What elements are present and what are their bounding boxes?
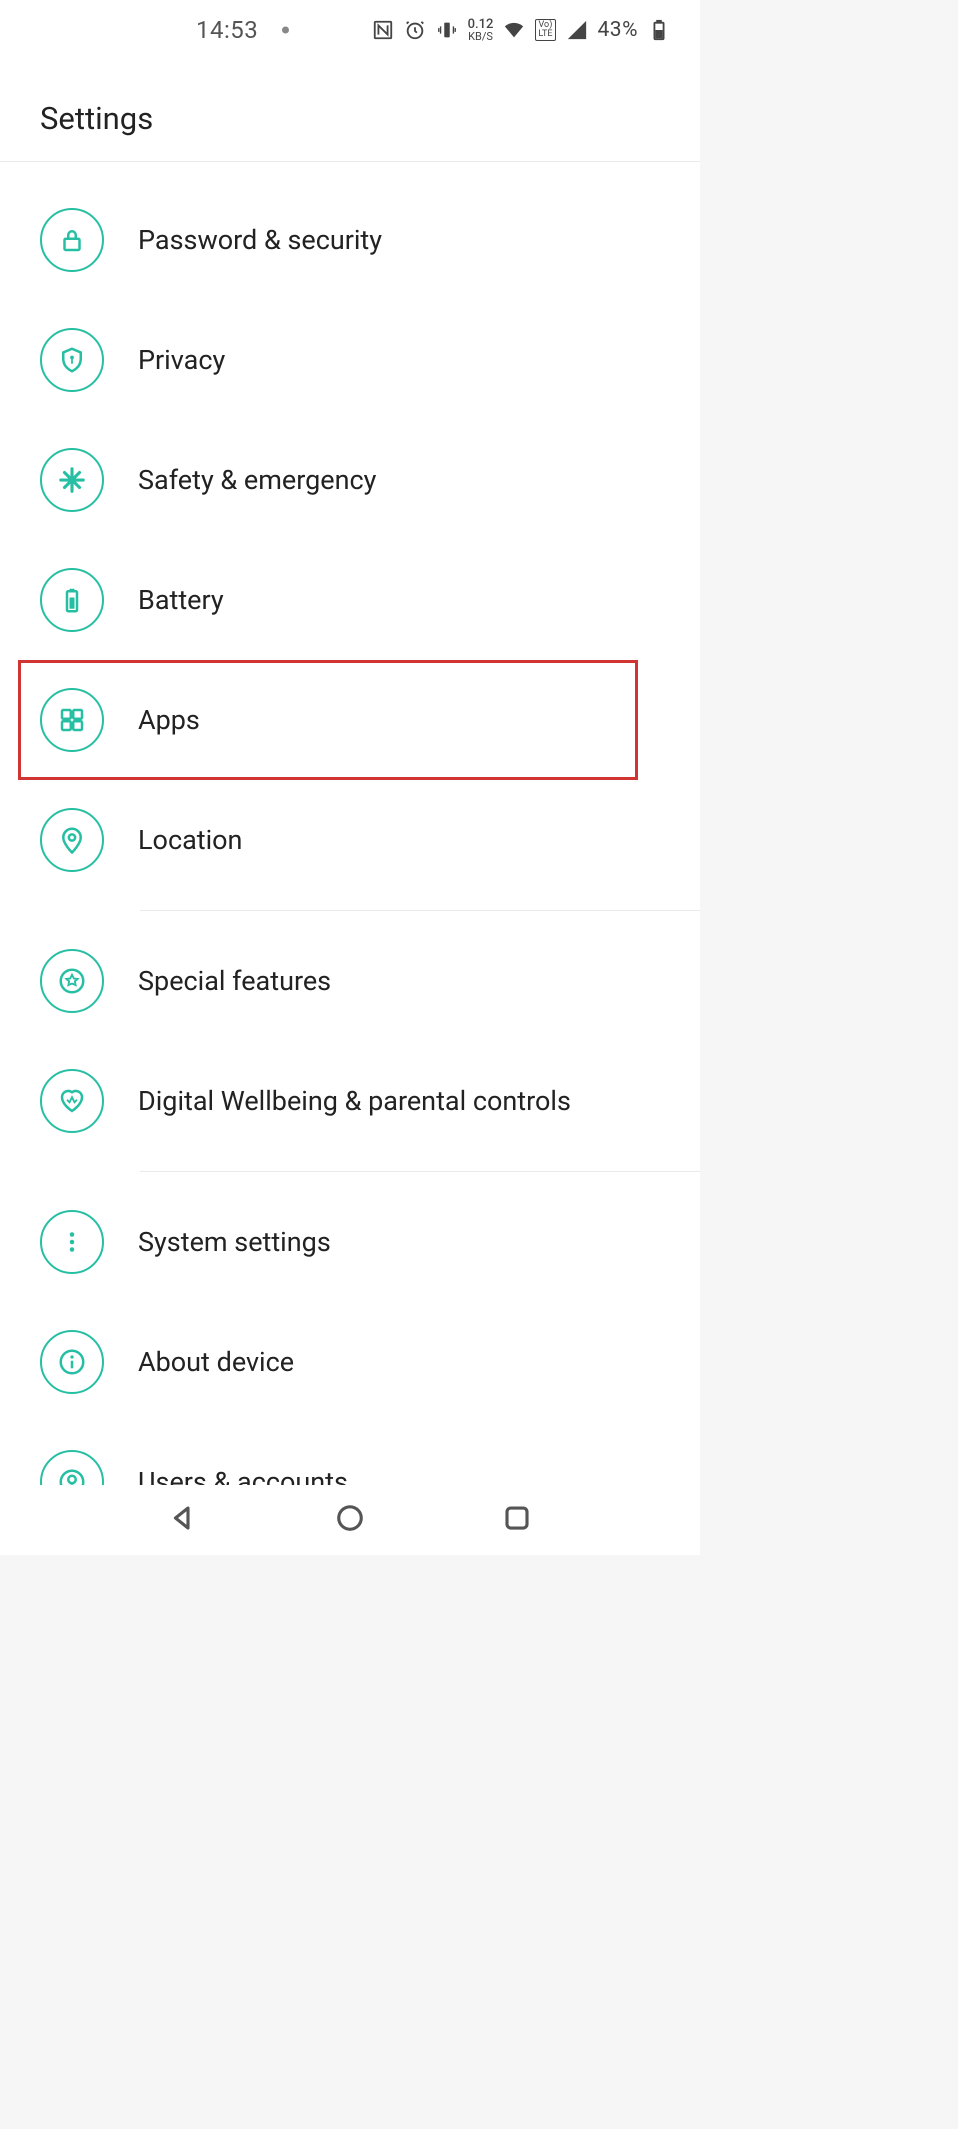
settings-item-label: Digital Wellbeing & parental controls — [138, 1085, 571, 1117]
page-title: Settings — [0, 60, 700, 161]
status-dot-icon — [282, 27, 289, 34]
alarm-icon — [404, 19, 426, 41]
medical-icon — [40, 448, 104, 512]
heart-icon — [40, 1069, 104, 1133]
settings-item-digital-wellbeing[interactable]: Digital Wellbeing & parental controls — [0, 1041, 700, 1161]
settings-item-system-settings[interactable]: System settings — [0, 1182, 700, 1302]
settings-item-password-security[interactable]: Password & security — [0, 180, 700, 300]
settings-item-battery[interactable]: Battery — [0, 540, 700, 660]
settings-item-label: Password & security — [138, 224, 382, 256]
data-rate-label: 0.12 KB/S — [468, 19, 494, 42]
settings-item-safety-emergency[interactable]: Safety & emergency — [0, 420, 700, 540]
shield-key-icon — [40, 328, 104, 392]
settings-item-label: Privacy — [138, 344, 225, 376]
settings-item-label: About device — [138, 1346, 294, 1378]
battery-status-icon — [648, 19, 670, 41]
star-circle-icon — [40, 949, 104, 1013]
location-pin-icon — [40, 808, 104, 872]
status-time: 14:53 — [196, 16, 258, 44]
battery-icon — [40, 568, 104, 632]
settings-item-location[interactable]: Location — [0, 780, 700, 900]
back-button[interactable] — [168, 1503, 198, 1537]
settings-item-label: Safety & emergency — [138, 464, 376, 496]
info-icon — [40, 1330, 104, 1394]
settings-item-label: Apps — [138, 704, 200, 736]
system-nav-bar — [0, 1485, 700, 1555]
home-button[interactable] — [335, 1503, 365, 1537]
settings-item-label: System settings — [138, 1226, 331, 1258]
recents-button[interactable] — [502, 1503, 532, 1537]
vertical-dots-icon — [40, 1210, 104, 1274]
status-bar: 14:53 0.12 KB/S — [0, 0, 700, 60]
vibrate-icon — [436, 19, 458, 41]
wifi-icon — [503, 19, 525, 41]
volte-icon: Vo) LTE — [535, 19, 555, 41]
section-divider — [140, 910, 700, 911]
settings-item-apps[interactable]: Apps — [18, 660, 638, 780]
settings-item-label: Battery — [138, 584, 224, 616]
battery-percentage: 43% — [598, 18, 639, 42]
section-divider — [140, 1171, 700, 1172]
settings-item-special-features[interactable]: Special features — [0, 921, 700, 1041]
signal-icon — [566, 19, 588, 41]
nfc-icon — [372, 19, 394, 41]
settings-item-label: Special features — [138, 965, 331, 997]
settings-list: Password & security Privacy Safety & emerg… — [0, 162, 700, 1542]
settings-item-privacy[interactable]: Privacy — [0, 300, 700, 420]
lock-icon — [40, 208, 104, 272]
apps-grid-icon — [40, 688, 104, 752]
settings-item-label: Location — [138, 824, 242, 856]
settings-screen: 14:53 0.12 KB/S — [0, 0, 700, 1555]
settings-item-about-device[interactable]: About device — [0, 1302, 700, 1422]
